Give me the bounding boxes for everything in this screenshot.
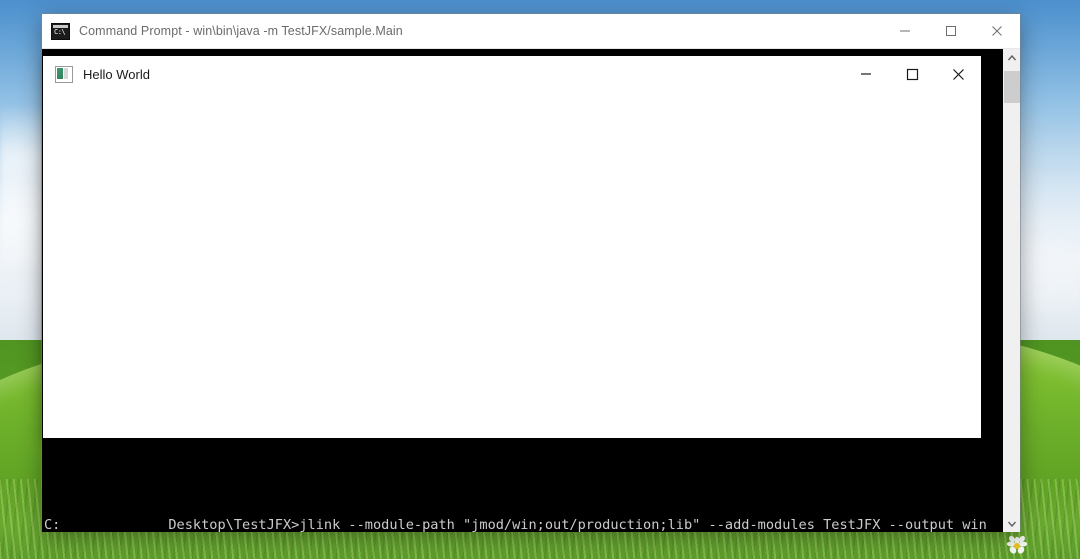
console-prompt-prefix: C: bbox=[44, 517, 61, 532]
command-prompt-icon: C:\ bbox=[51, 22, 70, 40]
chevron-down-icon bbox=[1008, 521, 1016, 527]
close-button[interactable] bbox=[974, 14, 1020, 48]
minimize-button[interactable] bbox=[843, 56, 889, 92]
hello-world-title: Hello World bbox=[83, 66, 150, 82]
command-prompt-icon-glyph: C:\ bbox=[54, 27, 66, 36]
command-prompt-titlebar[interactable]: C:\ Command Prompt - win\bin\java -m Tes… bbox=[42, 14, 1020, 49]
command-prompt-title: Command Prompt - win\bin\java -m TestJFX… bbox=[79, 24, 403, 38]
scrollbar-thumb[interactable] bbox=[1004, 71, 1020, 103]
desktop: C:\ Command Prompt - win\bin\java -m Tes… bbox=[0, 0, 1080, 559]
minimize-icon bbox=[861, 73, 871, 75]
console-prompt-suffix: Desktop\TestJFX> bbox=[168, 517, 300, 532]
chevron-up-icon bbox=[1008, 54, 1016, 60]
close-button[interactable] bbox=[935, 56, 981, 92]
hello-world-titlebar[interactable]: Hello World bbox=[43, 56, 981, 92]
maximize-button[interactable] bbox=[889, 56, 935, 92]
hello-world-content bbox=[43, 92, 981, 438]
close-icon bbox=[992, 26, 1002, 36]
console-line: C: Desktop\TestJFX>jlink --module-path "j… bbox=[44, 517, 987, 532]
minimize-icon bbox=[900, 30, 910, 32]
minimize-button[interactable] bbox=[882, 14, 928, 48]
hello-world-window[interactable]: Hello World bbox=[43, 56, 981, 438]
maximize-icon bbox=[906, 68, 918, 80]
maximize-icon bbox=[946, 26, 956, 36]
console-lines: C: Desktop\TestJFX>jlink --module-path "j… bbox=[44, 469, 987, 532]
command-prompt-window-controls[interactable] bbox=[882, 14, 1020, 48]
scrollbar-track[interactable] bbox=[1004, 66, 1020, 515]
console-scrollbar[interactable] bbox=[1003, 49, 1020, 532]
console-command: jlink --module-path "jmod/win;out/produc… bbox=[299, 517, 987, 532]
javafx-app-icon-right bbox=[64, 67, 68, 79]
maximize-button[interactable] bbox=[928, 14, 974, 48]
daisy-flower bbox=[1006, 535, 1028, 554]
close-icon bbox=[952, 68, 964, 80]
javafx-app-icon bbox=[55, 65, 73, 83]
javafx-app-icon-left bbox=[57, 67, 63, 79]
hello-world-window-controls[interactable] bbox=[843, 56, 981, 92]
scrollbar-down-button[interactable] bbox=[1004, 515, 1020, 532]
scrollbar-up-button[interactable] bbox=[1004, 49, 1020, 66]
